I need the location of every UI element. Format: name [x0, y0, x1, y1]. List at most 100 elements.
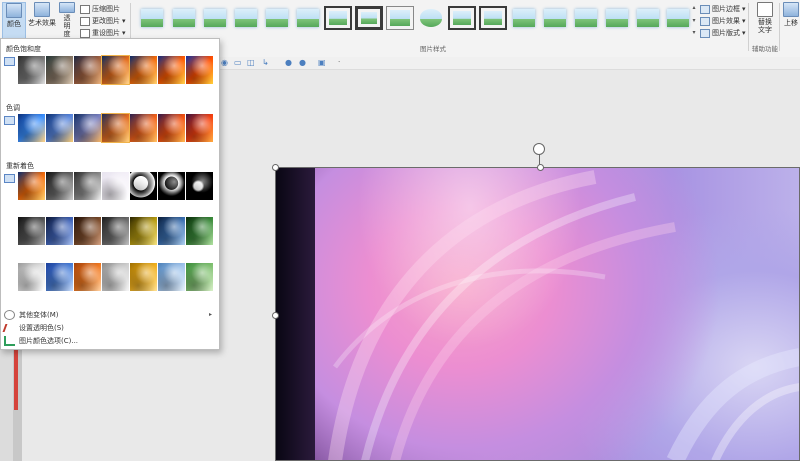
picture-layout-button[interactable]: 图片版式 ▾ [700, 28, 746, 38]
color-options-label: 图片颜色选项(C)... [19, 337, 79, 345]
picture-style-4[interactable] [232, 6, 260, 30]
picture-style-3[interactable] [201, 6, 229, 30]
saturation-swatch[interactable] [74, 56, 101, 84]
more-icon[interactable]: ˑ [338, 58, 341, 67]
crop-icon[interactable]: ▣ [318, 58, 326, 67]
selected-picture[interactable] [275, 167, 800, 461]
transparency-label: 透明度 [63, 14, 71, 38]
recolor-swatch[interactable] [102, 172, 129, 200]
change-picture-button[interactable]: 更改图片 ▾ [80, 16, 126, 26]
gallery-scroll[interactable]: ▴ ▾ ▾ [690, 4, 698, 36]
pen-icon [2, 324, 17, 332]
recolor-swatch[interactable] [130, 263, 157, 291]
shape-icon[interactable]: ◉ [221, 58, 228, 67]
recolor-swatch[interactable] [102, 217, 129, 245]
saturation-swatch[interactable] [46, 56, 73, 84]
recolor-swatch[interactable] [18, 263, 45, 291]
recolor-swatch[interactable] [130, 172, 157, 200]
picture-style-15[interactable] [572, 6, 600, 30]
recolor-swatch[interactable] [46, 172, 73, 200]
saturation-swatch[interactable] [158, 56, 185, 84]
bring-forward-icon [783, 2, 799, 17]
picture-style-9[interactable] [386, 6, 414, 30]
circle-icon[interactable]: ● [285, 58, 292, 67]
recolor-swatch[interactable] [74, 172, 101, 200]
saturation-swatch[interactable] [186, 56, 213, 84]
color-options-item[interactable]: 图片颜色选项(C)... [4, 336, 78, 346]
rotate-icon[interactable] [533, 143, 545, 155]
picture-style-13[interactable] [510, 6, 538, 30]
recolor-swatch[interactable] [46, 263, 73, 291]
saturation-swatch[interactable] [18, 56, 45, 84]
resize-handle-top-left[interactable] [272, 164, 279, 171]
tone-swatch[interactable] [74, 114, 101, 142]
recolor-swatch[interactable] [158, 172, 185, 200]
picture-style-18[interactable] [664, 6, 692, 30]
chevron-down-icon: ▾ [122, 29, 126, 37]
picture-style-2[interactable] [170, 6, 198, 30]
picture-effects-label: 图片效果 [712, 17, 740, 25]
tone-swatch[interactable] [18, 114, 45, 142]
tone-swatch[interactable] [130, 114, 157, 142]
table-icon[interactable]: ▭ [234, 58, 242, 67]
set-transparent-label: 设置透明色(S) [19, 324, 64, 332]
arrange-icon[interactable]: ◫ [247, 58, 255, 67]
saturation-swatch[interactable] [130, 56, 157, 84]
recolor-swatch[interactable] [130, 217, 157, 245]
art-effect-icon [34, 2, 50, 17]
recolor-swatch[interactable] [46, 217, 73, 245]
palette-icon [4, 310, 15, 320]
pointer-icon[interactable]: ↳ [262, 58, 269, 67]
reset-picture-button[interactable]: 重设图片 ▾ [80, 28, 126, 38]
chevron-right-icon: ▸ [209, 311, 213, 318]
saturation-swatch[interactable] [101, 55, 130, 85]
transparency-icon [59, 2, 75, 13]
tone-swatch[interactable] [101, 113, 130, 143]
art-effect-button[interactable]: 艺术效果 [27, 2, 57, 38]
change-picture-label: 更改图片 [92, 17, 120, 25]
section-header-tone: 色调 [6, 104, 20, 112]
alt-text-button[interactable]: 替换文字 [754, 2, 776, 38]
expand-gallery-icon[interactable]: ▾ [692, 29, 695, 36]
recolor-swatch[interactable] [186, 172, 213, 200]
picture-style-11[interactable] [448, 6, 476, 30]
tone-swatch[interactable] [158, 114, 185, 142]
picture-style-5[interactable] [263, 6, 291, 30]
picture-effects-button[interactable]: 图片效果 ▾ [700, 16, 746, 26]
picture-style-17[interactable] [634, 6, 662, 30]
transparency-button[interactable]: 透明度 [57, 2, 77, 38]
picture-style-12[interactable] [479, 6, 507, 30]
chevron-up-icon[interactable]: ▴ [692, 4, 695, 11]
resize-handle-left[interactable] [272, 312, 279, 319]
recolor-swatch[interactable] [74, 263, 101, 291]
recolor-swatch[interactable] [158, 217, 185, 245]
art-effect-label: 艺术效果 [28, 19, 56, 27]
resize-handle-top[interactable] [537, 164, 544, 171]
color-button[interactable]: 颜色 [2, 2, 26, 40]
circle-icon[interactable]: ● [299, 58, 306, 67]
picture-style-1[interactable] [138, 6, 166, 30]
recolor-swatch[interactable] [102, 263, 129, 291]
picture-style-14[interactable] [541, 6, 569, 30]
recolor-swatch[interactable] [18, 172, 45, 200]
recolor-swatch[interactable] [186, 263, 213, 291]
compress-button[interactable]: 压缩图片 [80, 4, 120, 14]
recolor-swatch[interactable] [74, 217, 101, 245]
bring-forward-button[interactable]: 上移 [782, 2, 800, 38]
reset-picture-label: 重设图片 [92, 29, 120, 37]
picture-style-7[interactable] [324, 6, 352, 30]
picture-style-8[interactable] [355, 6, 383, 30]
picture-border-button[interactable]: 图片边框 ▾ [700, 4, 746, 14]
chevron-down-icon[interactable]: ▾ [692, 17, 695, 24]
recolor-swatch[interactable] [18, 217, 45, 245]
picture-style-16[interactable] [603, 6, 631, 30]
more-variations-item[interactable]: 其他变体(M) [4, 310, 59, 320]
recolor-swatch[interactable] [186, 217, 213, 245]
picture-layout-label: 图片版式 [712, 29, 740, 37]
tone-swatch[interactable] [46, 114, 73, 142]
set-transparent-item[interactable]: 设置透明色(S) [2, 323, 64, 333]
recolor-swatch[interactable] [158, 263, 185, 291]
picture-style-6[interactable] [294, 6, 322, 30]
tone-swatch[interactable] [186, 114, 213, 142]
picture-style-10[interactable] [417, 6, 445, 30]
